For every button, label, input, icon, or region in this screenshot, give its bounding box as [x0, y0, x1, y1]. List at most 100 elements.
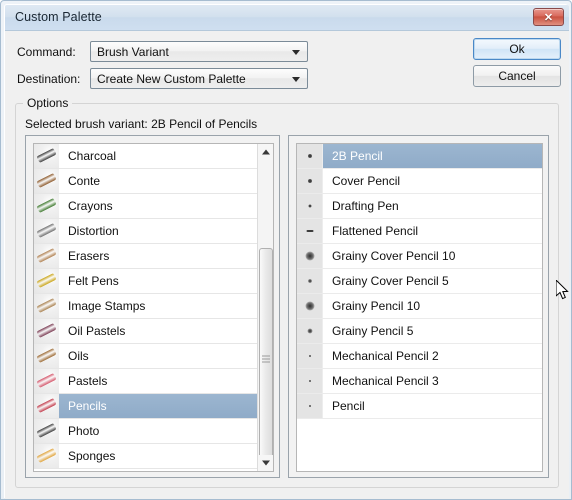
destination-dropdown-value: Create New Custom Palette [97, 72, 246, 86]
variant-row-label: Drafting Pen [332, 199, 399, 213]
variant-row[interactable]: Mechanical Pencil 3 [297, 369, 542, 394]
category-thumbnail-icon [34, 444, 59, 468]
variant-listview[interactable]: 2B Pencil Cover Pencil Drafting Pen Flatten… [296, 143, 543, 472]
category-row-label: Sponges [68, 449, 116, 463]
close-x-icon: ✕ [543, 11, 554, 24]
category-scroll-down-button[interactable] [258, 455, 273, 471]
brush-dab-preview-icon [297, 319, 323, 343]
brush-dab-preview-icon [297, 169, 323, 193]
window-title: Custom Palette [15, 10, 102, 24]
brush-dab-preview-icon [297, 344, 323, 368]
variant-rows: 2B Pencil Cover Pencil Drafting Pen Flatten… [297, 144, 542, 419]
variant-row[interactable]: Drafting Pen [297, 194, 542, 219]
variant-row[interactable]: Pencil [297, 394, 542, 419]
variant-row[interactable]: Grainy Cover Pencil 10 [297, 244, 542, 269]
scroll-down-arrow-icon [262, 460, 270, 466]
brush-dab-preview-icon [297, 144, 323, 168]
variant-panel: 2B Pencil Cover Pencil Drafting Pen Flatten… [288, 135, 549, 478]
dialog-body: Command: Brush Variant Destination: Crea… [5, 31, 569, 499]
category-scroll-up-button[interactable] [258, 144, 273, 160]
category-row[interactable]: Image Stamps [34, 294, 258, 319]
category-thumbnail-icon [34, 369, 59, 393]
custom-palette-dialog: Custom Palette ✕ Command: Brush Variant … [0, 0, 572, 500]
scroll-grip-icon [262, 355, 270, 363]
variant-row[interactable]: Mechanical Pencil 2 [297, 344, 542, 369]
category-thumbnail-icon [34, 194, 59, 218]
category-thumbnail-icon [34, 144, 59, 168]
category-scroll-thumb[interactable] [259, 248, 273, 470]
brush-dab-preview-icon [297, 294, 323, 318]
variant-row-label: Flattened Pencil [332, 224, 419, 238]
variant-row-label: Mechanical Pencil 3 [332, 374, 439, 388]
destination-dropdown[interactable]: Create New Custom Palette [90, 68, 308, 89]
category-row-label: Crayons [68, 199, 113, 213]
category-row[interactable]: Erasers [34, 244, 258, 269]
variant-row[interactable]: Grainy Pencil 5 [297, 319, 542, 344]
category-row-label: Image Stamps [68, 299, 146, 313]
variant-row-label: Grainy Cover Pencil 10 [332, 249, 456, 263]
category-row-label: Felt Pens [68, 274, 119, 288]
category-thumbnail-icon [34, 294, 59, 318]
variant-row-label: Grainy Pencil 10 [332, 299, 421, 313]
brush-dab-preview-icon [297, 244, 323, 268]
brush-dab-preview-icon [297, 369, 323, 393]
category-row-label: Oil Pastels [68, 324, 126, 338]
category-row[interactable]: Conte [34, 169, 258, 194]
category-scrollbar[interactable] [257, 144, 273, 471]
category-thumbnail-icon [34, 219, 59, 243]
variant-row-label: Grainy Pencil 5 [332, 324, 414, 338]
category-listview[interactable]: Charcoal Conte Crayons Distortion Erasers Fel… [33, 143, 274, 472]
category-row[interactable]: Pastels [34, 369, 258, 394]
variant-row[interactable]: 2B Pencil [297, 144, 542, 169]
close-button[interactable]: ✕ [533, 8, 564, 26]
variant-row-label: 2B Pencil [332, 149, 383, 163]
brush-dab-preview-icon [297, 194, 323, 218]
category-row[interactable]: Crayons [34, 194, 258, 219]
category-row[interactable]: Photo [34, 419, 258, 444]
chevron-down-icon [292, 77, 300, 82]
variant-row-label: Grainy Cover Pencil 5 [332, 274, 449, 288]
variant-row[interactable]: Flattened Pencil [297, 219, 542, 244]
command-dropdown[interactable]: Brush Variant [90, 41, 308, 62]
category-row-label: Pencils [68, 399, 107, 413]
command-dropdown-value: Brush Variant [97, 45, 169, 59]
category-row-label: Oils [68, 349, 89, 363]
variant-row-label: Pencil [332, 399, 365, 413]
category-row-label: Charcoal [68, 149, 117, 163]
variant-row[interactable]: Grainy Pencil 10 [297, 294, 542, 319]
brush-dab-preview-icon [297, 394, 323, 418]
category-row-label: Distortion [68, 224, 119, 238]
command-label: Command: [17, 45, 76, 59]
brush-dab-preview-icon [297, 219, 323, 243]
category-thumbnail-icon [34, 169, 59, 193]
chevron-down-icon [292, 50, 300, 55]
category-thumbnail-icon [34, 269, 59, 293]
category-row-label: Conte [68, 174, 101, 188]
category-thumbnail-icon [34, 244, 59, 268]
dialog-inner-frame: Custom Palette ✕ Command: Brush Variant … [4, 4, 569, 499]
category-row[interactable]: Oils [34, 344, 258, 369]
title-bar[interactable]: Custom Palette ✕ [5, 5, 569, 31]
variant-row[interactable]: Cover Pencil [297, 169, 542, 194]
category-row[interactable]: Charcoal [34, 144, 258, 169]
category-row[interactable]: Pencils [34, 394, 258, 419]
destination-label: Destination: [17, 72, 81, 86]
category-thumbnail-icon [34, 344, 59, 368]
category-row[interactable]: Felt Pens [34, 269, 258, 294]
category-thumbnail-icon [34, 319, 59, 343]
category-row[interactable]: Oil Pastels [34, 319, 258, 344]
cancel-button[interactable]: Cancel [473, 65, 561, 87]
category-row[interactable]: Sponges [34, 444, 258, 469]
ok-button[interactable]: Ok [473, 38, 561, 60]
scroll-up-arrow-icon [262, 149, 270, 155]
category-rows: Charcoal Conte Crayons Distortion Erasers Fel… [34, 144, 258, 469]
variant-row-label: Cover Pencil [332, 174, 401, 188]
variant-row[interactable]: Grainy Cover Pencil 5 [297, 269, 542, 294]
category-thumbnail-icon [34, 419, 59, 443]
category-row-label: Pastels [68, 374, 108, 388]
variant-row-label: Mechanical Pencil 2 [332, 349, 439, 363]
category-thumbnail-icon [34, 394, 59, 418]
options-group-title: Options [23, 96, 73, 110]
category-panel: Charcoal Conte Crayons Distortion Erasers Fel… [25, 135, 280, 478]
category-row[interactable]: Distortion [34, 219, 258, 244]
